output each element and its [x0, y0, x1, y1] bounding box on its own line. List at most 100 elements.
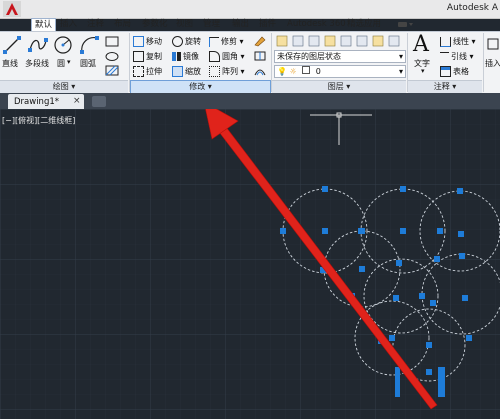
scale-icon	[172, 66, 183, 77]
grip[interactable]	[466, 335, 472, 341]
tab-plugins[interactable]: 插件	[256, 18, 279, 31]
grip[interactable]	[359, 228, 365, 234]
fillet-button[interactable]: 圆角 ▾	[209, 51, 245, 62]
modify-panel-footer[interactable]: 修改 ▾	[130, 80, 271, 94]
ribbon-options-icon[interactable]	[396, 19, 414, 30]
mirror-button[interactable]: 镜像	[172, 51, 199, 62]
annotation-panel-footer[interactable]: 注释 ▾	[408, 80, 482, 93]
layer-state-dropdown[interactable]: 未保存的图层状态 ▾	[274, 50, 406, 63]
erase-icon[interactable]	[253, 35, 267, 47]
array-icon	[209, 66, 220, 77]
block-insert-icon[interactable]	[487, 36, 499, 52]
grip[interactable]	[359, 266, 365, 272]
grip[interactable]	[459, 253, 465, 259]
tab-annotate[interactable]: 注释	[84, 18, 107, 31]
chevron-down-icon[interactable]: ▾	[421, 67, 425, 75]
tab-parametric[interactable]: 参数化	[139, 18, 171, 31]
array-button[interactable]: 阵列 ▾	[209, 66, 245, 77]
layer-tool-icons[interactable]	[275, 35, 405, 47]
grip[interactable]	[457, 188, 463, 194]
tab-manage[interactable]: 管理	[200, 18, 223, 31]
circle-dropdown-icon[interactable]: ▾	[67, 58, 71, 66]
ellipse-icon[interactable]	[105, 51, 119, 62]
copy-label: 复制	[146, 52, 162, 61]
explode-icon[interactable]	[253, 50, 267, 62]
scale-label: 缩放	[185, 67, 201, 76]
divider	[483, 33, 484, 92]
table-button[interactable]: 表格	[440, 66, 469, 77]
move-button[interactable]: 移动	[133, 36, 162, 47]
document-tab-label: Drawing1*	[14, 97, 60, 107]
linear-label: 线性	[453, 37, 469, 46]
grip[interactable]	[400, 228, 406, 234]
tab-autodesk-360[interactable]: Autodesk 360	[284, 18, 349, 31]
chevron-down-icon: ▾	[398, 52, 403, 61]
polyline-label[interactable]: 多段线	[25, 58, 49, 69]
circle-label[interactable]: 圆	[57, 58, 65, 69]
current-layer-dropdown[interactable]: 💡 ☼ 0 ▾	[274, 65, 406, 78]
sun-icon: ☼	[289, 67, 297, 76]
mirror-label: 镜像	[183, 52, 199, 61]
grip[interactable]	[430, 300, 436, 306]
circle-icon[interactable]	[52, 34, 74, 56]
close-icon[interactable]: ×	[73, 96, 81, 106]
app-title: Autodesk A	[446, 3, 498, 13]
grip[interactable]	[322, 186, 328, 192]
tab-featured-apps[interactable]: 精选应用	[344, 18, 384, 31]
line-label[interactable]: 直线	[2, 58, 18, 69]
tab-insert[interactable]: 插入	[57, 18, 80, 31]
text-icon[interactable]: A	[413, 34, 429, 56]
grip[interactable]	[393, 295, 399, 301]
offset-icon[interactable]	[253, 65, 267, 77]
scale-button[interactable]: 缩放	[172, 66, 201, 77]
layers-panel-footer[interactable]: 图层 ▾	[272, 80, 406, 93]
rotate-button[interactable]: 旋转	[172, 36, 201, 47]
trim-button[interactable]: 修剪 ▾	[209, 36, 244, 47]
grip[interactable]	[458, 231, 464, 237]
drawing-canvas[interactable]	[0, 109, 500, 419]
tab-output[interactable]: 输出	[229, 18, 252, 31]
grip[interactable]	[400, 186, 406, 192]
grip[interactable]	[396, 260, 402, 266]
grip[interactable]	[322, 228, 328, 234]
grip[interactable]	[437, 228, 443, 234]
grip[interactable]	[438, 367, 445, 397]
autocad-logo-icon[interactable]	[2, 0, 22, 18]
array-label: 阵列	[222, 67, 238, 76]
new-tab-button[interactable]	[92, 96, 106, 107]
grip[interactable]	[426, 342, 432, 348]
leader-button[interactable]: 引线 ▾	[440, 51, 474, 62]
dimension-icon	[440, 36, 451, 47]
draw-panel-footer[interactable]: 绘图 ▾	[0, 80, 128, 93]
layer-color-swatch	[302, 66, 311, 74]
linear-dimension-button[interactable]: 线性 ▾	[440, 36, 476, 47]
polyline-icon[interactable]	[27, 34, 49, 56]
grip[interactable]	[462, 295, 468, 301]
grip[interactable]	[419, 293, 425, 299]
stretch-button[interactable]: 拉伸	[133, 66, 162, 77]
insert-label[interactable]: 插入	[485, 58, 500, 69]
stretch-label: 拉伸	[146, 67, 162, 76]
tab-layout[interactable]: 布局	[111, 18, 134, 31]
viewport-label[interactable]: [−][俯视][二维线框]	[2, 115, 75, 126]
grip[interactable]	[389, 335, 395, 341]
grip[interactable]	[426, 369, 432, 375]
arc-icon[interactable]	[79, 34, 101, 56]
draw-panel-title: 绘图	[52, 82, 69, 91]
hatch-icon[interactable]	[105, 65, 119, 76]
tab-view[interactable]: 视图	[173, 18, 196, 31]
line-icon[interactable]	[2, 34, 22, 56]
fillet-label: 圆角	[222, 52, 238, 61]
copy-button[interactable]: 复制	[133, 51, 162, 62]
arc-label[interactable]: 圆弧	[80, 58, 96, 69]
rotate-icon	[172, 36, 183, 47]
trim-icon	[209, 36, 219, 47]
tab-default[interactable]: 默认	[31, 18, 57, 32]
grip[interactable]	[395, 367, 400, 397]
fillet-icon	[209, 51, 220, 62]
grip[interactable]	[280, 228, 286, 234]
rectangle-icon[interactable]	[105, 36, 119, 47]
table-label: 表格	[453, 67, 469, 76]
mirror-icon	[172, 52, 181, 61]
grip[interactable]	[434, 256, 440, 262]
